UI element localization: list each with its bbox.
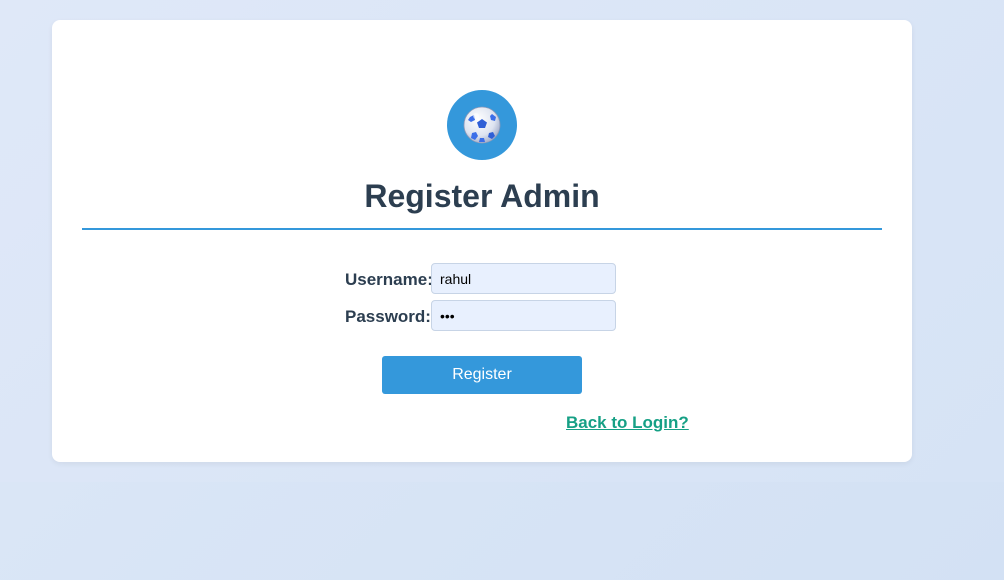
back-to-login-link[interactable]: Back to Login? [566, 413, 689, 433]
username-label: Username: [345, 270, 433, 289]
password-label: Password: [345, 307, 431, 326]
soccer-ball-icon [463, 106, 501, 144]
page-title: Register Admin [364, 178, 600, 214]
register-card: Register Admin Username: Password: Regis… [52, 20, 912, 462]
password-input[interactable] [431, 300, 616, 331]
username-input[interactable] [431, 263, 616, 294]
logo [447, 90, 517, 160]
register-button[interactable]: Register [382, 356, 582, 394]
title-divider [82, 228, 882, 230]
